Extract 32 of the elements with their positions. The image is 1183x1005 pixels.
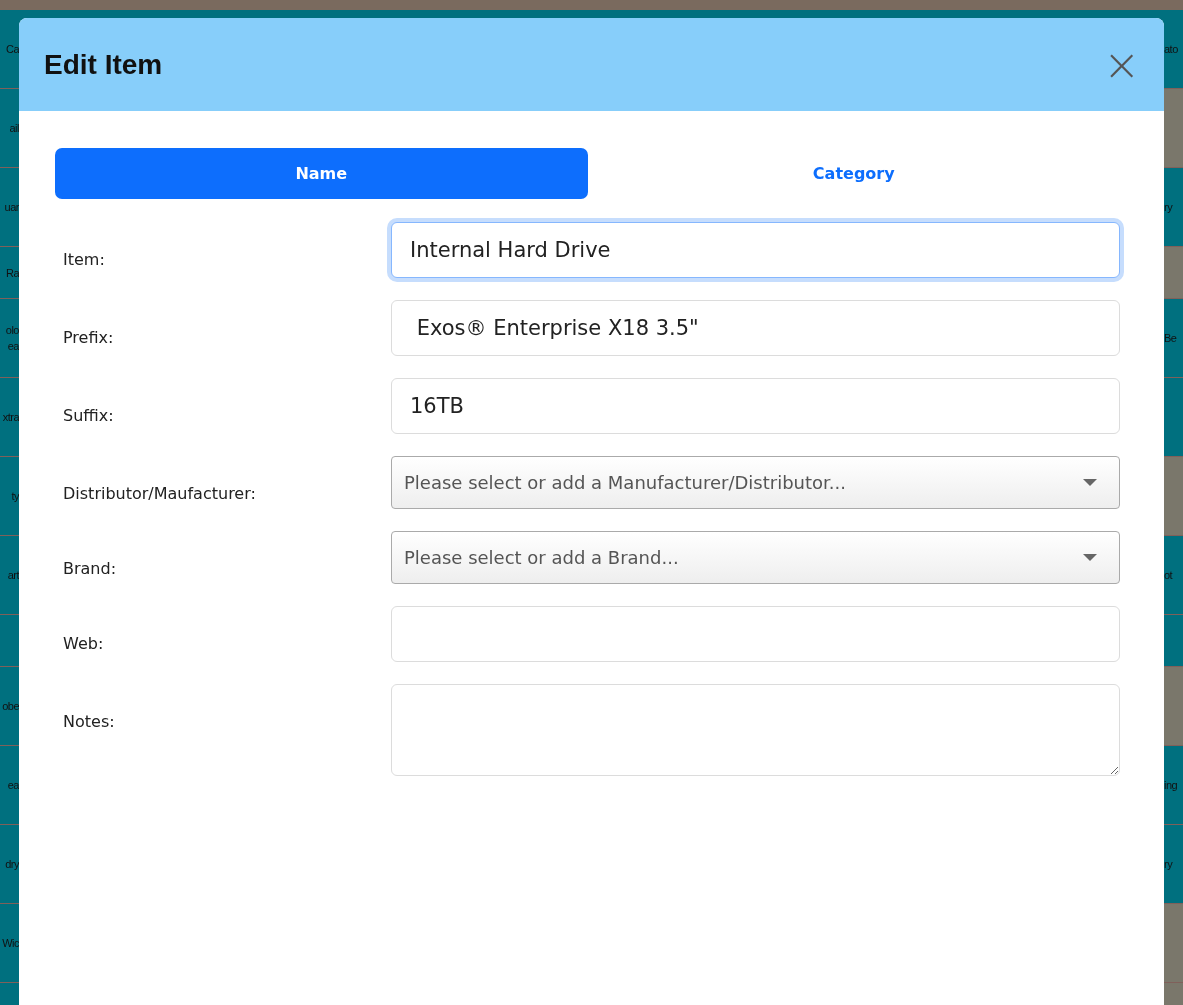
- field-label: Brand:: [62, 558, 118, 578]
- table-cell-text: olo ea: [4, 323, 19, 354]
- table-cell-text: ail: [8, 121, 19, 136]
- field-label: Notes:: [62, 711, 116, 731]
- table-cell-text: obe: [1, 699, 19, 714]
- dropdown[interactable]: Please select or add a Brand...: [391, 531, 1120, 584]
- caret-icon: [1083, 479, 1097, 486]
- text-area[interactable]: [391, 684, 1120, 776]
- table-cell-text: xtra: [1, 410, 19, 425]
- field-label: Suffix:: [62, 405, 115, 425]
- caret-icon: [1083, 554, 1097, 561]
- tab[interactable]: Name: [55, 148, 588, 199]
- input-field[interactable]: Internal Hard Drive: [391, 222, 1120, 278]
- table-cell-text: uar: [3, 200, 19, 215]
- table-cell-text: ea: [6, 778, 19, 793]
- table-cell-text: Wic: [1, 936, 19, 951]
- table-cell-text: Ra: [4, 265, 19, 281]
- close-button[interactable]: ×: [1103, 44, 1140, 85]
- table-cell-text: Ca: [4, 42, 19, 57]
- table-cell-text: ty: [10, 489, 19, 504]
- field-label: Item:: [62, 249, 106, 269]
- field-label: Distributor/Maufacturer:: [62, 483, 257, 503]
- input-field[interactable]: 16TB: [391, 378, 1120, 434]
- input-field[interactable]: [391, 606, 1120, 662]
- table-cell-text: art: [6, 568, 19, 583]
- table-cell-text: dry: [4, 857, 19, 872]
- dropdown[interactable]: Please select or add a Manufacturer/Distributor...: [391, 456, 1120, 509]
- field-label: Web:: [62, 633, 105, 653]
- tab[interactable]: Category: [587, 148, 1120, 199]
- dialog-title: Edit Item: [44, 48, 163, 81]
- input-field[interactable]: Exos® Enterprise X18 3.5": [391, 300, 1120, 356]
- field-label: Prefix:: [62, 327, 115, 347]
